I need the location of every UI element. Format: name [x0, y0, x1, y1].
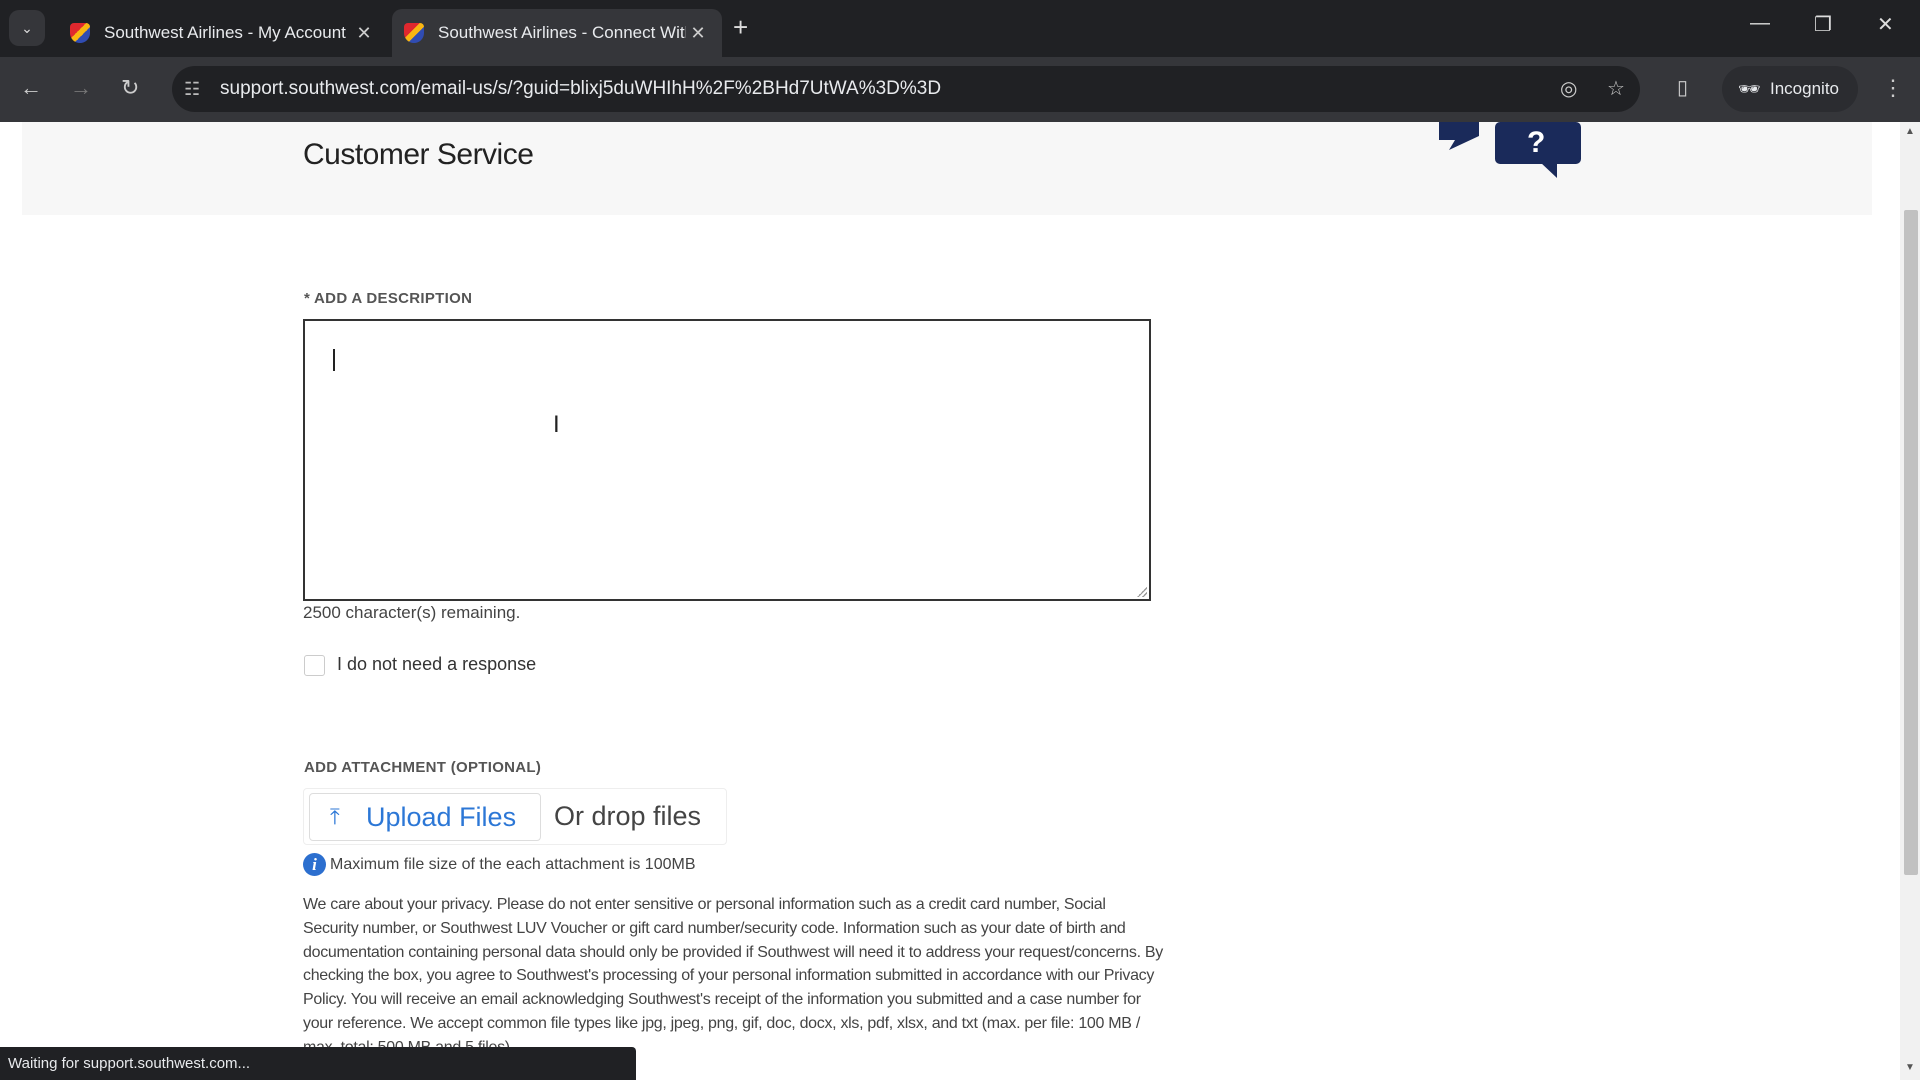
reload-icon[interactable]: ↻	[121, 75, 139, 101]
scroll-up-icon[interactable]: ▲	[1905, 126, 1915, 137]
address-bar[interactable]: ☷ support.southwest.com/email-us/s/?guid…	[172, 66, 1640, 112]
no-response-checkbox[interactable]	[304, 655, 325, 676]
info-icon: i	[303, 853, 326, 876]
upload-files-button[interactable]: ⤒ Upload Files	[309, 793, 541, 841]
description-label: * ADD A DESCRIPTION	[304, 290, 473, 307]
page-header: Customer Service ?	[22, 122, 1872, 215]
status-bar: Waiting for support.southwest.com...	[0, 1047, 636, 1080]
new-tab-button[interactable]: +	[733, 12, 748, 43]
side-panel-icon[interactable]: ▯	[1677, 75, 1688, 100]
tab-search-button[interactable]: ⌄	[9, 10, 45, 46]
close-tab-icon[interactable]: ✕	[352, 23, 376, 44]
forward-icon[interactable]: →	[70, 75, 92, 101]
tab-my-account[interactable]: Southwest Airlines - My Account ✕	[58, 9, 388, 57]
svg-text:?: ?	[1527, 126, 1545, 159]
file-drop-zone[interactable]: ⤒ Upload Files Or drop files	[303, 788, 727, 845]
minimize-button[interactable]: —	[1750, 12, 1770, 35]
chars-remaining: 2500 character(s) remaining.	[303, 603, 521, 622]
url-text: support.southwest.com/email-us/s/?guid=b…	[220, 78, 942, 99]
chat-question-icon: ?	[1439, 122, 1581, 178]
restore-button[interactable]: ❐	[1814, 12, 1832, 37]
southwest-favicon-icon	[70, 23, 90, 43]
description-textarea[interactable]: I	[303, 319, 1151, 601]
max-size-text: Maximum file size of the each attachment…	[330, 855, 696, 873]
site-settings-icon[interactable]: ☷	[184, 66, 200, 112]
close-tab-icon[interactable]: ✕	[686, 23, 710, 44]
incognito-label: Incognito	[1770, 79, 1839, 98]
browser-toolbar: ← → ↻ ☷ support.southwest.com/email-us/s…	[0, 57, 1920, 122]
scroll-down-icon[interactable]: ▼	[1905, 1062, 1915, 1073]
page-scrollbar[interactable]: ▲ ▼	[1900, 122, 1920, 1080]
back-icon[interactable]: ←	[20, 75, 42, 101]
bookmark-star-icon[interactable]: ☆	[1607, 66, 1625, 112]
menu-icon[interactable]: ⋮	[1882, 75, 1904, 101]
no-response-label[interactable]: I do not need a response	[337, 654, 536, 675]
page-content: Customer Service ? * ADD A DESCRIPTION I…	[0, 122, 1900, 1080]
page-title: Customer Service	[303, 138, 534, 171]
incognito-icon: 🕶	[1738, 79, 1761, 99]
close-window-button[interactable]: ✕	[1877, 12, 1894, 37]
tab-strip: ⌄ Southwest Airlines - My Account ✕ Sout…	[0, 0, 1920, 57]
upload-icon: ⤒	[330, 804, 340, 829]
text-cursor-icon: I	[553, 411, 560, 438]
drop-files-text: Or drop files	[554, 801, 702, 831]
tab-connect[interactable]: Southwest Airlines - Connect With Us ✕	[392, 9, 722, 57]
resize-handle[interactable]	[1137, 587, 1147, 597]
incognito-indicator[interactable]: 🕶 Incognito	[1722, 66, 1858, 112]
tab-title: Southwest Airlines - My Account	[104, 23, 346, 42]
attachment-label: ADD ATTACHMENT (OPTIONAL)	[304, 759, 542, 776]
eye-off-icon[interactable]: ◎	[1560, 66, 1577, 112]
scrollbar-thumb[interactable]	[1904, 210, 1918, 875]
privacy-notice: We care about your privacy. Please do no…	[303, 896, 1163, 1056]
text-caret	[333, 349, 335, 371]
southwest-favicon-icon	[404, 23, 424, 43]
max-size-info: i Maximum file size of the each attachmen…	[303, 853, 696, 876]
tab-title: Southwest Airlines - Connect With Us	[438, 23, 686, 42]
upload-label: Upload Files	[366, 802, 517, 832]
